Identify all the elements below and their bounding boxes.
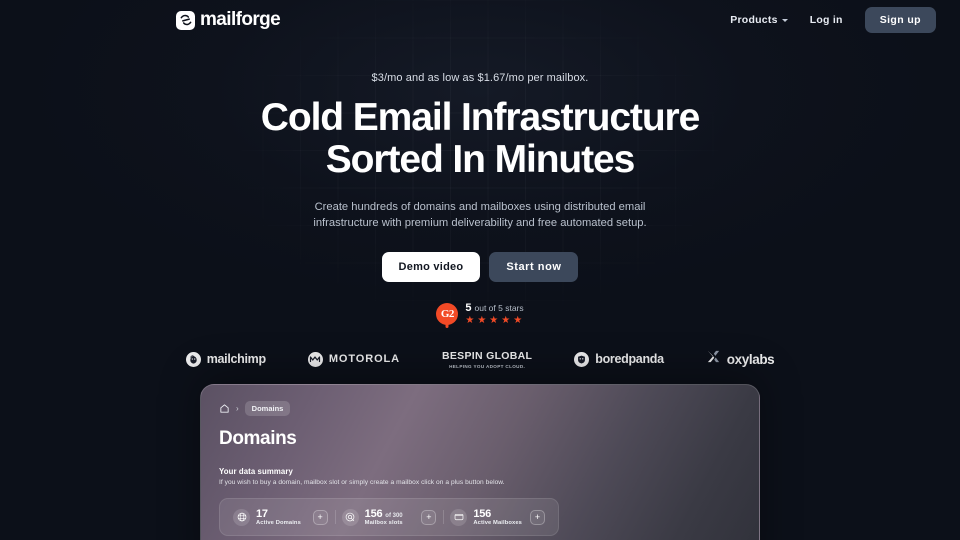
mailbox-slot-icon bbox=[341, 508, 359, 526]
star-icon: ★ bbox=[513, 315, 523, 327]
app-page-title: Domains bbox=[219, 428, 297, 449]
home-icon[interactable] bbox=[219, 403, 230, 414]
g2-rating[interactable]: G2 5 out of 5 stars ★ ★ ★ ★ ★ bbox=[0, 302, 960, 326]
site-header: mailforge Products Log in Sign up bbox=[0, 0, 960, 40]
logo-boredpanda: boredpanda bbox=[574, 351, 664, 367]
oxylabs-x-icon bbox=[706, 349, 721, 369]
stat-active-domains: 17 Active Domains + bbox=[226, 508, 335, 526]
add-domain-button[interactable]: + bbox=[312, 509, 328, 525]
brand-name: mailforge bbox=[200, 9, 281, 30]
logo-tagline: HELPING YOU ADOPT CLOUD. bbox=[449, 363, 526, 369]
stat-value: 156 of 300 bbox=[365, 508, 416, 520]
stat-label: Active Mailboxes bbox=[473, 520, 522, 527]
hero-subheading: Create hundreds of domains and mailboxes… bbox=[313, 201, 647, 230]
logo-label: mailchimp bbox=[206, 352, 266, 367]
globe-icon bbox=[233, 508, 250, 526]
motorola-m-icon bbox=[307, 351, 323, 367]
nav-login[interactable]: Log in bbox=[810, 14, 843, 26]
stats-card: 17 Active Domains + 156 of 300 Mailbox s… bbox=[219, 498, 559, 537]
primary-nav: Products Log in Sign up bbox=[730, 7, 936, 33]
stat-value: 17 bbox=[256, 508, 268, 520]
landing-page: mailforge Products Log in Sign up $3/mo … bbox=[0, 0, 960, 540]
nav-products-label: Products bbox=[730, 14, 778, 26]
brand-logo[interactable]: mailforge bbox=[176, 9, 281, 31]
g2-logo-icon: G2 bbox=[436, 303, 459, 326]
swirl-icon bbox=[176, 10, 195, 30]
app-preview: › Domains Domains Your data summary If y… bbox=[200, 384, 760, 540]
pricing-eyebrow: $3/mo and as low as $1.67/mo per mailbox… bbox=[371, 72, 589, 84]
star-icon: ★ bbox=[465, 315, 475, 327]
logo-oxylabs: oxylabs bbox=[706, 349, 775, 369]
star-rating: ★ ★ ★ ★ ★ bbox=[465, 316, 522, 326]
customer-logo-strip: mailchimp MOTOROLA BESPIN GLOBAL HELPING… bbox=[0, 349, 960, 369]
cta-group: Demo video Start now bbox=[0, 252, 960, 283]
g2-badge-text: G2 bbox=[440, 308, 455, 321]
star-icon: ★ bbox=[501, 315, 511, 327]
mailchimp-monkey-icon bbox=[185, 351, 201, 367]
stat-active-mailboxes: 156 Active Mailboxes + bbox=[443, 508, 552, 526]
stat-label: Mailbox slots bbox=[364, 520, 403, 527]
summary-heading: Your data summary bbox=[219, 467, 293, 476]
logo-mailchimp: mailchimp bbox=[185, 351, 266, 367]
breadcrumb-separator: › bbox=[236, 404, 239, 413]
envelope-icon bbox=[450, 508, 468, 526]
stat-suffix: of 300 bbox=[385, 513, 403, 519]
logo-bespin-global: BESPIN GLOBAL HELPING YOU ADOPT CLOUD. bbox=[442, 350, 532, 369]
start-now-button[interactable]: Start now bbox=[489, 252, 579, 283]
breadcrumb: › Domains bbox=[219, 401, 741, 416]
headline-line-1: Cold Email Infrastructure bbox=[260, 96, 701, 139]
rating-label: out of 5 stars bbox=[474, 303, 524, 314]
star-icon: ★ bbox=[477, 315, 487, 327]
stat-label: Active Domains bbox=[256, 520, 301, 527]
summary-description: If you wish to buy a domain, mailbox slo… bbox=[219, 479, 505, 486]
breadcrumb-current[interactable]: Domains bbox=[244, 401, 291, 416]
stat-mailbox-slots: 156 of 300 Mailbox slots + bbox=[334, 508, 444, 527]
logo-label: MOTOROLA bbox=[328, 353, 400, 366]
logo-label: boredpanda bbox=[595, 352, 664, 367]
hero-section: $3/mo and as low as $1.67/mo per mailbox… bbox=[0, 40, 960, 369]
add-mailbox-button[interactable]: + bbox=[530, 509, 546, 525]
logo-label: oxylabs bbox=[726, 351, 775, 367]
add-mailbox-slot-button[interactable]: + bbox=[421, 509, 437, 525]
signup-button[interactable]: Sign up bbox=[864, 7, 936, 33]
logo-motorola: MOTOROLA bbox=[307, 351, 400, 367]
stat-number: 156 bbox=[364, 508, 383, 520]
stat-value: 156 bbox=[473, 508, 492, 520]
rating-details: 5 out of 5 stars ★ ★ ★ ★ ★ bbox=[465, 302, 523, 326]
headline-line-2: Sorted In Minutes bbox=[325, 138, 636, 182]
star-icon: ★ bbox=[489, 315, 499, 327]
demo-video-button[interactable]: Demo video bbox=[381, 252, 481, 283]
logo-label: BESPIN GLOBAL bbox=[442, 349, 533, 362]
boredpanda-shield-icon bbox=[574, 351, 590, 367]
rating-score: 5 bbox=[465, 302, 472, 315]
chevron-down-icon bbox=[781, 19, 788, 22]
page-title: Cold Email Infrastructure Sorted In Minu… bbox=[0, 96, 960, 182]
nav-products[interactable]: Products bbox=[730, 14, 788, 26]
